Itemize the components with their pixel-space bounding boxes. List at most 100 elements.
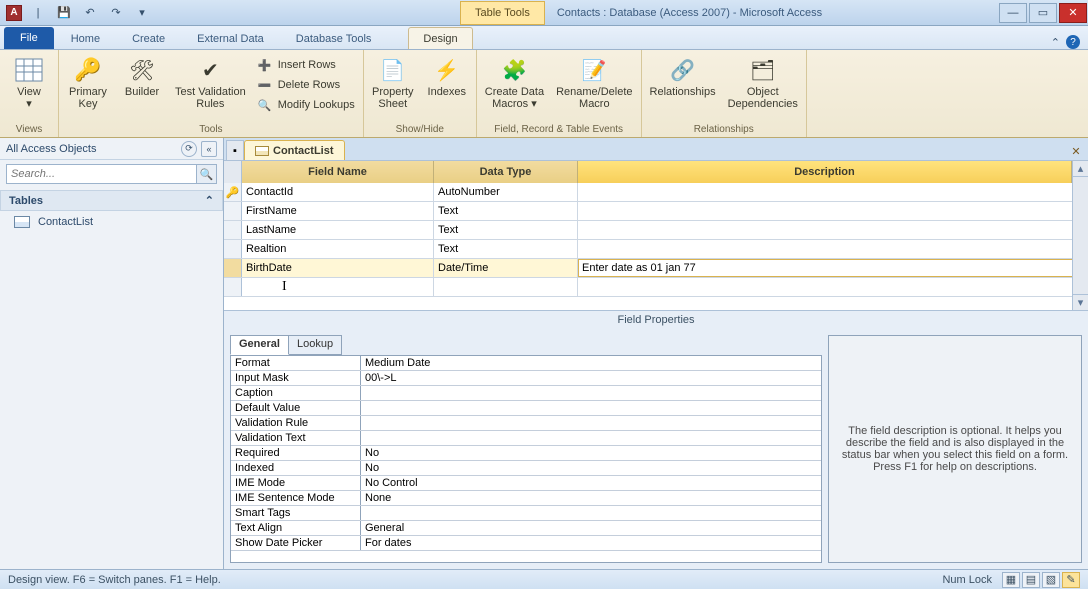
- undo-icon[interactable]: ↶: [80, 3, 100, 23]
- property-value[interactable]: 00\->L: [361, 371, 821, 385]
- cell-data-type[interactable]: Text: [434, 202, 578, 220]
- cell-data-type[interactable]: Text: [434, 240, 578, 258]
- app-icon[interactable]: A: [6, 5, 22, 21]
- property-value[interactable]: No: [361, 461, 821, 475]
- grid-row-empty[interactable]: I: [224, 278, 1088, 297]
- modify-lookups-button[interactable]: 🔍Modify Lookups: [258, 96, 355, 114]
- nav-header[interactable]: All Access Objects ⟳ «: [0, 138, 223, 160]
- col-field-name[interactable]: Field Name: [242, 161, 434, 183]
- row-selector-header[interactable]: ▪: [226, 140, 244, 160]
- scroll-down-icon[interactable]: ▾: [1073, 294, 1088, 310]
- rename-delete-macro-button[interactable]: 📝 Rename/Delete Macro: [556, 52, 632, 110]
- property-value[interactable]: None: [361, 491, 821, 505]
- test-validation-button[interactable]: ✔ Test Validation Rules: [175, 52, 246, 110]
- col-description[interactable]: Description: [578, 161, 1072, 183]
- minimize-ribbon-icon[interactable]: ⌃: [1051, 36, 1060, 49]
- property-row[interactable]: IME Sentence ModeNone: [231, 491, 821, 506]
- tab-database-tools[interactable]: Database Tools: [281, 27, 387, 49]
- property-row[interactable]: Caption: [231, 386, 821, 401]
- primary-key-button[interactable]: 🔑 Primary Key: [67, 52, 109, 110]
- property-value[interactable]: No Control: [361, 476, 821, 490]
- tab-contactlist[interactable]: ContactList: [244, 140, 345, 160]
- property-row[interactable]: IME ModeNo Control: [231, 476, 821, 491]
- cell-field-name[interactable]: BirthDate: [242, 259, 434, 277]
- cell-field-name[interactable]: LastName: [242, 221, 434, 239]
- row-selector[interactable]: 🔑: [224, 183, 242, 201]
- property-row[interactable]: Validation Text: [231, 431, 821, 446]
- property-row[interactable]: Show Date PickerFor dates: [231, 536, 821, 551]
- grid-row[interactable]: FirstNameText: [224, 202, 1088, 221]
- object-dependencies-button[interactable]: 🗂 Object Dependencies: [728, 52, 798, 110]
- grid-row[interactable]: BirthDateDate/TimeEnter date as 01 jan 7…: [224, 259, 1088, 278]
- vertical-scrollbar[interactable]: ▴ ▾: [1072, 161, 1088, 310]
- property-row[interactable]: Text AlignGeneral: [231, 521, 821, 536]
- property-value[interactable]: General: [361, 521, 821, 535]
- close-tab-icon[interactable]: ✕: [1066, 142, 1086, 160]
- property-row[interactable]: Smart Tags: [231, 506, 821, 521]
- tab-lookup[interactable]: Lookup: [288, 335, 342, 355]
- maximize-button[interactable]: ▭: [1029, 3, 1057, 23]
- tab-file[interactable]: File: [4, 27, 54, 49]
- property-value[interactable]: No: [361, 446, 821, 460]
- cell-field-name[interactable]: ContactId: [242, 183, 434, 201]
- tab-create[interactable]: Create: [117, 27, 180, 49]
- property-value[interactable]: [361, 416, 821, 430]
- cell-description[interactable]: [578, 202, 1088, 220]
- row-selector[interactable]: [224, 259, 242, 277]
- property-value[interactable]: Medium Date: [361, 356, 821, 370]
- tab-external-data[interactable]: External Data: [182, 27, 279, 49]
- qat-customize-icon[interactable]: ▾: [132, 3, 152, 23]
- cell-description[interactable]: Enter date as 01 jan 77: [578, 259, 1088, 277]
- minimize-button[interactable]: —: [999, 3, 1027, 23]
- nav-group-tables[interactable]: Tables⌃: [0, 190, 223, 211]
- close-button[interactable]: ✕: [1059, 3, 1087, 23]
- help-icon[interactable]: ?: [1066, 35, 1080, 49]
- scroll-up-icon[interactable]: ▴: [1073, 161, 1088, 177]
- tab-design[interactable]: Design: [408, 27, 472, 49]
- search-icon[interactable]: 🔍: [196, 165, 216, 183]
- cell-data-type[interactable]: Date/Time: [434, 259, 578, 277]
- view-button[interactable]: View▾: [8, 52, 50, 110]
- cell-field-name[interactable]: FirstName: [242, 202, 434, 220]
- redo-icon[interactable]: ↷: [106, 3, 126, 23]
- cell-description[interactable]: [578, 240, 1088, 258]
- nav-filter-icon[interactable]: ⟳: [181, 141, 197, 157]
- property-row[interactable]: Input Mask00\->L: [231, 371, 821, 386]
- col-data-type[interactable]: Data Type: [434, 161, 578, 183]
- save-icon[interactable]: 💾: [54, 3, 74, 23]
- row-selector[interactable]: [224, 221, 242, 239]
- property-value[interactable]: [361, 431, 821, 445]
- builder-button[interactable]: 🛠 Builder: [121, 52, 163, 98]
- insert-rows-button[interactable]: ➕Insert Rows: [258, 56, 355, 74]
- property-row[interactable]: RequiredNo: [231, 446, 821, 461]
- tab-home[interactable]: Home: [56, 27, 115, 49]
- property-row[interactable]: Default Value: [231, 401, 821, 416]
- property-value[interactable]: For dates: [361, 536, 821, 550]
- view-datasheet-icon[interactable]: ▦: [1002, 572, 1020, 588]
- cell-description[interactable]: [578, 221, 1088, 239]
- property-value[interactable]: [361, 401, 821, 415]
- property-row[interactable]: FormatMedium Date: [231, 356, 821, 371]
- grid-row[interactable]: RealtionText: [224, 240, 1088, 259]
- relationships-button[interactable]: 🔗 Relationships: [650, 52, 716, 98]
- delete-rows-button[interactable]: ➖Delete Rows: [258, 76, 355, 94]
- cell-field-name[interactable]: Realtion: [242, 240, 434, 258]
- property-value[interactable]: [361, 386, 821, 400]
- property-sheet-button[interactable]: 📄 Property Sheet: [372, 52, 414, 110]
- grid-row[interactable]: 🔑ContactIdAutoNumber: [224, 183, 1088, 202]
- search-input[interactable]: [7, 168, 196, 180]
- property-row[interactable]: IndexedNo: [231, 461, 821, 476]
- view-pivotchart-icon[interactable]: ▧: [1042, 572, 1060, 588]
- indexes-button[interactable]: ⚡ Indexes: [426, 52, 468, 98]
- cell-data-type[interactable]: AutoNumber: [434, 183, 578, 201]
- view-pivottable-icon[interactable]: ▤: [1022, 572, 1040, 588]
- row-selector[interactable]: [224, 240, 242, 258]
- nav-item-contactlist[interactable]: ContactList: [0, 213, 223, 231]
- nav-collapse-icon[interactable]: «: [201, 141, 217, 157]
- tab-general[interactable]: General: [230, 335, 289, 355]
- cell-data-type[interactable]: Text: [434, 221, 578, 239]
- row-selector[interactable]: [224, 202, 242, 220]
- create-data-macros-button[interactable]: 🧩 Create Data Macros ▾: [485, 52, 544, 110]
- property-value[interactable]: [361, 506, 821, 520]
- grid-row[interactable]: LastNameText: [224, 221, 1088, 240]
